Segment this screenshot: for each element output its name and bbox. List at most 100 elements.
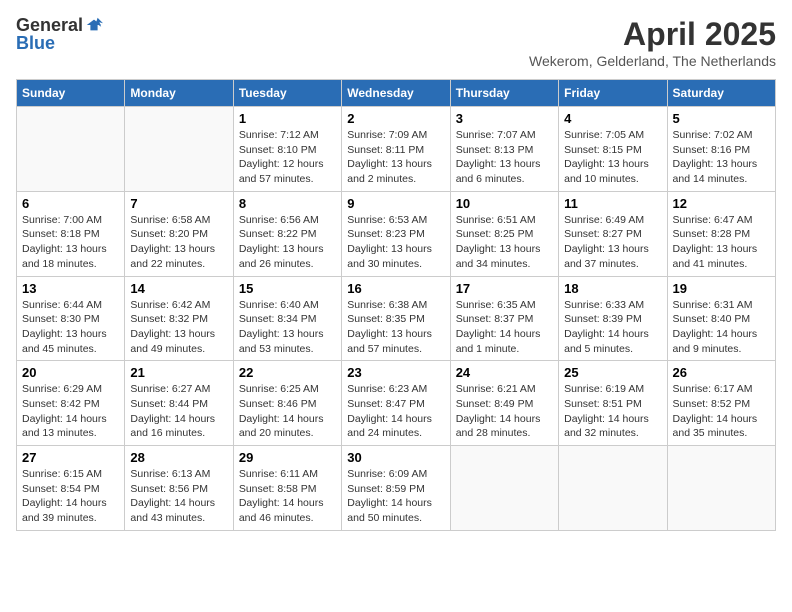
day-number: 10 [456,196,553,211]
day-info: Sunrise: 6:35 AMSunset: 8:37 PMDaylight:… [456,298,553,357]
day-info: Sunrise: 6:27 AMSunset: 8:44 PMDaylight:… [130,382,227,441]
weekday-header: Monday [125,80,233,107]
calendar-day-cell [17,107,125,192]
weekday-header: Friday [559,80,667,107]
day-info: Sunrise: 6:23 AMSunset: 8:47 PMDaylight:… [347,382,444,441]
day-info: Sunrise: 6:25 AMSunset: 8:46 PMDaylight:… [239,382,336,441]
day-info: Sunrise: 7:02 AMSunset: 8:16 PMDaylight:… [673,128,770,187]
main-title: April 2025 [529,16,776,53]
day-number: 12 [673,196,770,211]
day-number: 19 [673,281,770,296]
calendar-day-cell [450,446,558,531]
weekday-header: Saturday [667,80,775,107]
calendar-day-cell: 6 Sunrise: 7:00 AMSunset: 8:18 PMDayligh… [17,191,125,276]
day-info: Sunrise: 6:53 AMSunset: 8:23 PMDaylight:… [347,213,444,272]
page-header: General Blue April 2025 Wekerom, Gelderl… [16,16,776,69]
calendar-day-cell: 15 Sunrise: 6:40 AMSunset: 8:34 PMDaylig… [233,276,341,361]
day-number: 5 [673,111,770,126]
calendar-day-cell: 2 Sunrise: 7:09 AMSunset: 8:11 PMDayligh… [342,107,450,192]
calendar-week-row: 13 Sunrise: 6:44 AMSunset: 8:30 PMDaylig… [17,276,776,361]
day-info: Sunrise: 6:51 AMSunset: 8:25 PMDaylight:… [456,213,553,272]
day-info: Sunrise: 6:31 AMSunset: 8:40 PMDaylight:… [673,298,770,357]
calendar-day-cell: 11 Sunrise: 6:49 AMSunset: 8:27 PMDaylig… [559,191,667,276]
calendar-day-cell: 9 Sunrise: 6:53 AMSunset: 8:23 PMDayligh… [342,191,450,276]
calendar-header-row: SundayMondayTuesdayWednesdayThursdayFrid… [17,80,776,107]
day-number: 15 [239,281,336,296]
day-info: Sunrise: 6:21 AMSunset: 8:49 PMDaylight:… [456,382,553,441]
calendar-day-cell: 17 Sunrise: 6:35 AMSunset: 8:37 PMDaylig… [450,276,558,361]
weekday-header: Sunday [17,80,125,107]
day-number: 17 [456,281,553,296]
day-number: 26 [673,365,770,380]
day-number: 18 [564,281,661,296]
calendar-week-row: 1 Sunrise: 7:12 AMSunset: 8:10 PMDayligh… [17,107,776,192]
day-number: 2 [347,111,444,126]
day-number: 1 [239,111,336,126]
day-number: 24 [456,365,553,380]
calendar-week-row: 6 Sunrise: 7:00 AMSunset: 8:18 PMDayligh… [17,191,776,276]
calendar-day-cell: 14 Sunrise: 6:42 AMSunset: 8:32 PMDaylig… [125,276,233,361]
day-info: Sunrise: 6:44 AMSunset: 8:30 PMDaylight:… [22,298,119,357]
day-number: 6 [22,196,119,211]
day-number: 9 [347,196,444,211]
day-number: 3 [456,111,553,126]
day-info: Sunrise: 6:13 AMSunset: 8:56 PMDaylight:… [130,467,227,526]
calendar-day-cell: 22 Sunrise: 6:25 AMSunset: 8:46 PMDaylig… [233,361,341,446]
day-info: Sunrise: 6:42 AMSunset: 8:32 PMDaylight:… [130,298,227,357]
day-number: 25 [564,365,661,380]
day-info: Sunrise: 6:47 AMSunset: 8:28 PMDaylight:… [673,213,770,272]
calendar-day-cell: 10 Sunrise: 6:51 AMSunset: 8:25 PMDaylig… [450,191,558,276]
day-info: Sunrise: 6:11 AMSunset: 8:58 PMDaylight:… [239,467,336,526]
calendar-day-cell: 8 Sunrise: 6:56 AMSunset: 8:22 PMDayligh… [233,191,341,276]
day-number: 20 [22,365,119,380]
day-info: Sunrise: 6:15 AMSunset: 8:54 PMDaylight:… [22,467,119,526]
title-block: April 2025 Wekerom, Gelderland, The Neth… [529,16,776,69]
calendar-day-cell: 20 Sunrise: 6:29 AMSunset: 8:42 PMDaylig… [17,361,125,446]
calendar-day-cell: 19 Sunrise: 6:31 AMSunset: 8:40 PMDaylig… [667,276,775,361]
weekday-header: Thursday [450,80,558,107]
day-number: 22 [239,365,336,380]
day-number: 4 [564,111,661,126]
calendar-day-cell: 16 Sunrise: 6:38 AMSunset: 8:35 PMDaylig… [342,276,450,361]
day-info: Sunrise: 6:09 AMSunset: 8:59 PMDaylight:… [347,467,444,526]
calendar-day-cell: 30 Sunrise: 6:09 AMSunset: 8:59 PMDaylig… [342,446,450,531]
calendar-day-cell: 23 Sunrise: 6:23 AMSunset: 8:47 PMDaylig… [342,361,450,446]
day-info: Sunrise: 7:09 AMSunset: 8:11 PMDaylight:… [347,128,444,187]
calendar-day-cell: 18 Sunrise: 6:33 AMSunset: 8:39 PMDaylig… [559,276,667,361]
day-info: Sunrise: 6:58 AMSunset: 8:20 PMDaylight:… [130,213,227,272]
day-info: Sunrise: 6:33 AMSunset: 8:39 PMDaylight:… [564,298,661,357]
day-number: 14 [130,281,227,296]
calendar-day-cell [559,446,667,531]
day-info: Sunrise: 6:29 AMSunset: 8:42 PMDaylight:… [22,382,119,441]
logo: General Blue [16,16,103,52]
subtitle: Wekerom, Gelderland, The Netherlands [529,53,776,69]
day-number: 29 [239,450,336,465]
day-info: Sunrise: 6:49 AMSunset: 8:27 PMDaylight:… [564,213,661,272]
day-number: 28 [130,450,227,465]
day-info: Sunrise: 7:05 AMSunset: 8:15 PMDaylight:… [564,128,661,187]
day-number: 30 [347,450,444,465]
calendar-day-cell: 4 Sunrise: 7:05 AMSunset: 8:15 PMDayligh… [559,107,667,192]
day-number: 7 [130,196,227,211]
day-number: 21 [130,365,227,380]
day-info: Sunrise: 7:12 AMSunset: 8:10 PMDaylight:… [239,128,336,187]
calendar-week-row: 20 Sunrise: 6:29 AMSunset: 8:42 PMDaylig… [17,361,776,446]
calendar-day-cell: 24 Sunrise: 6:21 AMSunset: 8:49 PMDaylig… [450,361,558,446]
day-info: Sunrise: 6:40 AMSunset: 8:34 PMDaylight:… [239,298,336,357]
calendar-day-cell: 5 Sunrise: 7:02 AMSunset: 8:16 PMDayligh… [667,107,775,192]
calendar-day-cell: 29 Sunrise: 6:11 AMSunset: 8:58 PMDaylig… [233,446,341,531]
calendar-week-row: 27 Sunrise: 6:15 AMSunset: 8:54 PMDaylig… [17,446,776,531]
calendar-day-cell: 3 Sunrise: 7:07 AMSunset: 8:13 PMDayligh… [450,107,558,192]
weekday-header: Wednesday [342,80,450,107]
weekday-header: Tuesday [233,80,341,107]
calendar-day-cell [125,107,233,192]
day-info: Sunrise: 6:38 AMSunset: 8:35 PMDaylight:… [347,298,444,357]
day-number: 13 [22,281,119,296]
calendar-day-cell [667,446,775,531]
calendar-day-cell: 7 Sunrise: 6:58 AMSunset: 8:20 PMDayligh… [125,191,233,276]
calendar-day-cell: 13 Sunrise: 6:44 AMSunset: 8:30 PMDaylig… [17,276,125,361]
calendar-day-cell: 26 Sunrise: 6:17 AMSunset: 8:52 PMDaylig… [667,361,775,446]
day-info: Sunrise: 6:17 AMSunset: 8:52 PMDaylight:… [673,382,770,441]
calendar-day-cell: 27 Sunrise: 6:15 AMSunset: 8:54 PMDaylig… [17,446,125,531]
day-number: 27 [22,450,119,465]
